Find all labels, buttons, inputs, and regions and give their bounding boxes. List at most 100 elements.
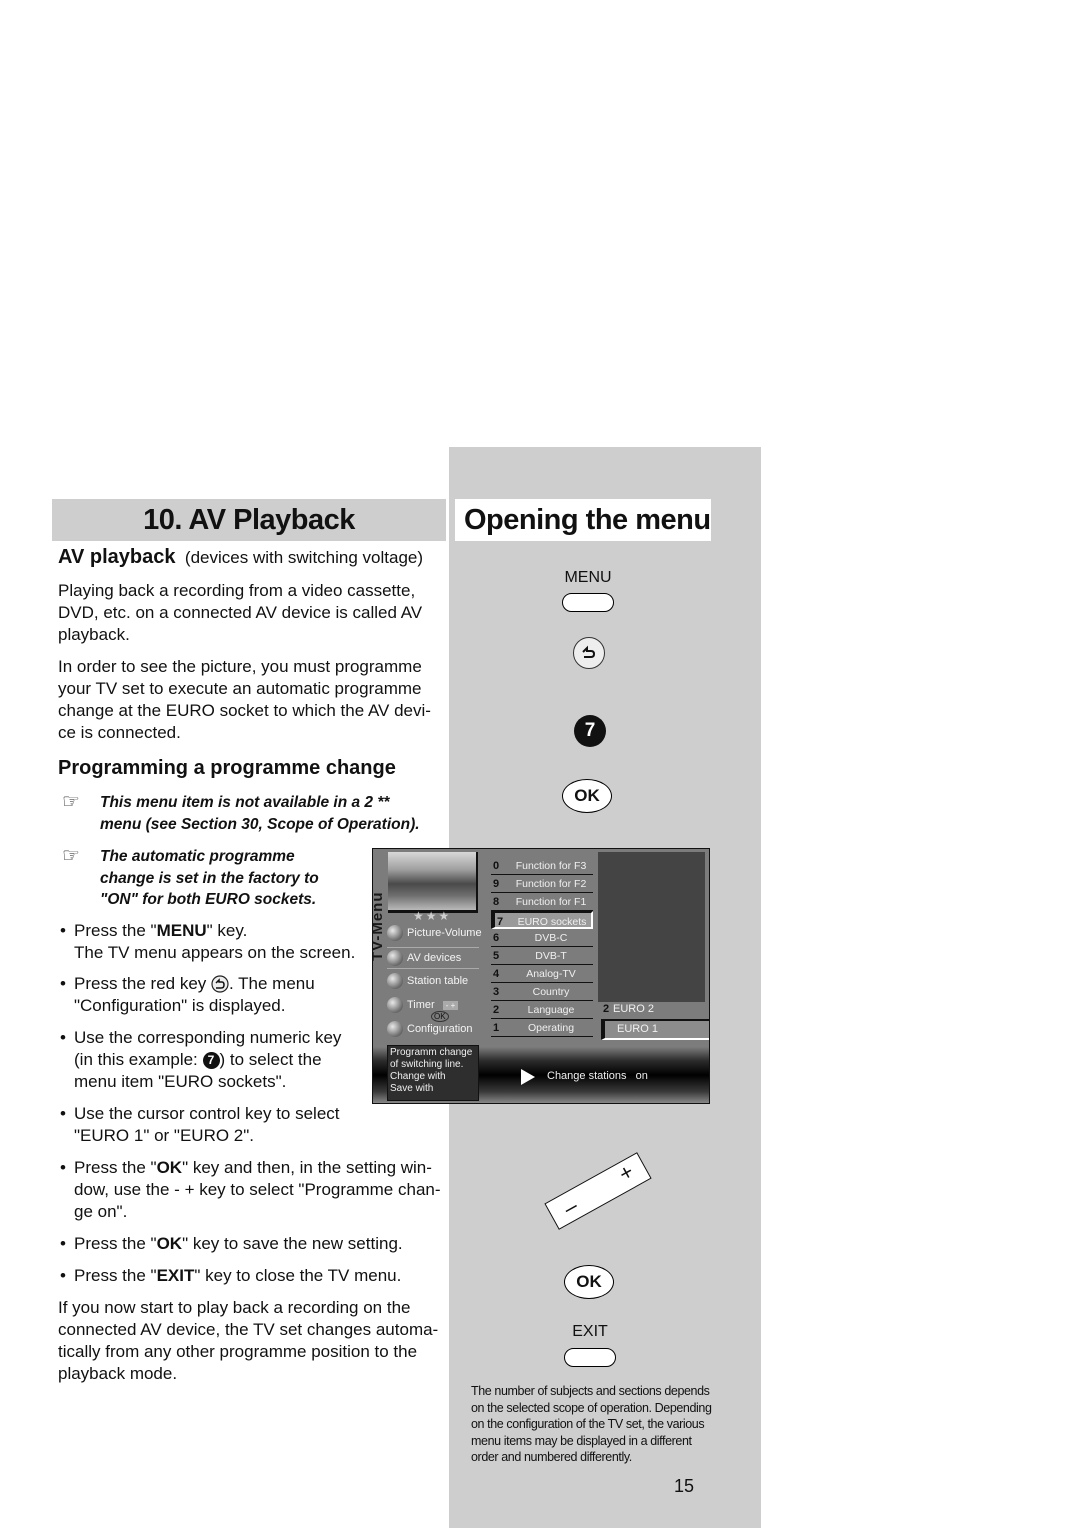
text-line: playback mode. (58, 1364, 178, 1383)
text-line: This menu item is not available in a 2 *… (100, 794, 390, 811)
label: Configuration (407, 1023, 473, 1035)
number-key-7-icon: 7 (574, 715, 606, 747)
item-label: Function for F1 (515, 896, 587, 908)
key-name: MENU (156, 921, 207, 940)
ball-icon (387, 1021, 403, 1037)
section-title: 10. AV Playback (143, 504, 355, 536)
option-number: 2 (603, 1003, 610, 1015)
text: Press the " (74, 1234, 157, 1253)
option-label: EURO 2 (613, 1003, 654, 1015)
tv-menu-item-station-table[interactable]: Station table (387, 971, 468, 991)
text-line: The TV menu appears on the screen. (74, 943, 356, 962)
config-list-item[interactable]: 0 Function for F3 (491, 857, 593, 875)
text-line: ge on". (74, 1202, 128, 1221)
item-label: Country (532, 986, 570, 998)
tv-menu-item-configuration[interactable]: Configuration (387, 1019, 472, 1039)
config-list-item[interactable]: 8 Function for F1 (491, 893, 593, 911)
config-list-item[interactable]: 3 Country (491, 983, 593, 1001)
text-line: Save with (390, 1083, 434, 1094)
minus-plus-hint-icon: - + (442, 1000, 459, 1010)
note-1: This menu item is not available in a 2 *… (100, 792, 420, 835)
number-key-7-icon: 7 (202, 1051, 220, 1069)
setting-window (598, 852, 705, 1002)
label: Timer (407, 999, 435, 1011)
item-label: Analog-TV (526, 968, 576, 980)
right-section-title: Opening the menu (464, 504, 711, 536)
ball-icon (387, 925, 403, 941)
tv-menu-vertical-label: TV-Menu (372, 891, 386, 962)
text-line: Programm change (390, 1047, 473, 1058)
text: " key and then, in the setting win- (182, 1158, 432, 1177)
config-list-item[interactable]: 2 Language (491, 1001, 593, 1019)
step-7: • Press the "EXIT" key to close the TV m… (60, 1265, 402, 1287)
item-label: Language (527, 1004, 575, 1016)
item-number: 6 (493, 932, 500, 944)
text-line: Use the cursor control key to select (74, 1104, 340, 1123)
note-2: The automatic programme change is set in… (100, 846, 319, 911)
text-line: "EURO 1" or "EURO 2". (74, 1126, 255, 1145)
red-return-key-icon (573, 637, 605, 669)
stars-icon: ★★★ (413, 909, 452, 923)
config-list-item[interactable]: 6 DVB-C (491, 929, 593, 947)
config-list-item[interactable]: 1 Operating (491, 1019, 593, 1037)
pointing-hand-icon: ☞ (62, 845, 80, 867)
menu-key-label: MENU (564, 569, 612, 586)
label: Station table (407, 975, 469, 987)
text-line: tically from any other programme positio… (58, 1342, 418, 1361)
item-number: 1 (493, 1022, 500, 1034)
item-number: 3 (493, 986, 500, 998)
config-list-item[interactable]: 5 DVB-T (491, 947, 593, 965)
text: " key. (206, 921, 248, 940)
subtitle-note: (devices with switching voltage) (184, 548, 424, 567)
bullet: • (60, 1266, 66, 1285)
config-list-item[interactable]: 9 Function for F2 (491, 875, 593, 893)
subtitle-bold: AV playback (58, 546, 176, 568)
tv-screen-menu: ★★★ TV-Menu Picture-Volume AV devices St… (372, 848, 710, 1104)
ok-key-icon: OK (564, 1265, 614, 1299)
bullet: • (60, 1104, 66, 1123)
euro-socket-option[interactable]: 2 EURO 2 (601, 1001, 705, 1018)
tv-menu-item-picture-volume[interactable]: Picture-Volume (387, 923, 482, 943)
text-line: order and numbered differently. (471, 1450, 632, 1464)
config-list-item[interactable]: 4 Analog-TV (491, 965, 593, 983)
item-number: 0 (493, 860, 500, 872)
config-list-item[interactable]: 7 EURO sockets (491, 911, 593, 929)
text: . The menu (229, 974, 315, 993)
text-line: dow, use the - + key to select "Programm… (74, 1180, 441, 1199)
text: " key to save the new setting. (182, 1234, 403, 1253)
key-name: EXIT (156, 1266, 195, 1285)
text: ) to select the (219, 1050, 322, 1069)
text: " key to close the TV menu. (194, 1266, 402, 1285)
info-box: Programm change of switching line. Chang… (387, 1045, 479, 1101)
bullet: • (60, 1234, 66, 1253)
ball-icon (387, 950, 403, 966)
key-name: OK (156, 1158, 183, 1177)
status-text: Change stations on (547, 1070, 648, 1082)
text-line: DVD, etc. on a connected AV device is ca… (58, 603, 423, 622)
step-6: • Press the "OK" key to save the new set… (60, 1233, 403, 1255)
text-line: menu item "EURO sockets". (74, 1072, 287, 1091)
text: Press the " (74, 1266, 157, 1285)
text-line: "ON" for both EURO sockets. (100, 891, 317, 908)
play-arrow-icon (521, 1069, 535, 1085)
tv-menu-item-timer[interactable]: Timer - + (387, 995, 459, 1015)
step-2: • Press the red key . The menu "Configur… (60, 973, 315, 1017)
text-line: connected AV device, the TV set changes … (58, 1320, 439, 1339)
text-line: change at the EURO socket to which the A… (58, 701, 431, 720)
red-return-key-icon (211, 975, 229, 993)
text-line: In order to see the picture, you must pr… (58, 657, 422, 676)
item-label: DVB-C (534, 932, 568, 944)
item-number: 8 (493, 896, 500, 908)
item-label: EURO sockets (517, 916, 587, 928)
label: Picture-Volume (407, 927, 482, 939)
text-line: change is set in the factory to (100, 869, 319, 887)
text-line: on the selected scope of operation. Depe… (471, 1400, 712, 1415)
bullet: • (60, 921, 66, 940)
euro-socket-option[interactable]: EURO 1 (601, 1019, 709, 1040)
text-line: playback. (58, 625, 130, 644)
item-number: 4 (493, 968, 500, 980)
text: Press the " (74, 921, 157, 940)
preview-picture (388, 852, 478, 913)
exit-key-icon (564, 1348, 616, 1367)
tv-menu-item-av-devices[interactable]: AV devices (387, 947, 479, 969)
